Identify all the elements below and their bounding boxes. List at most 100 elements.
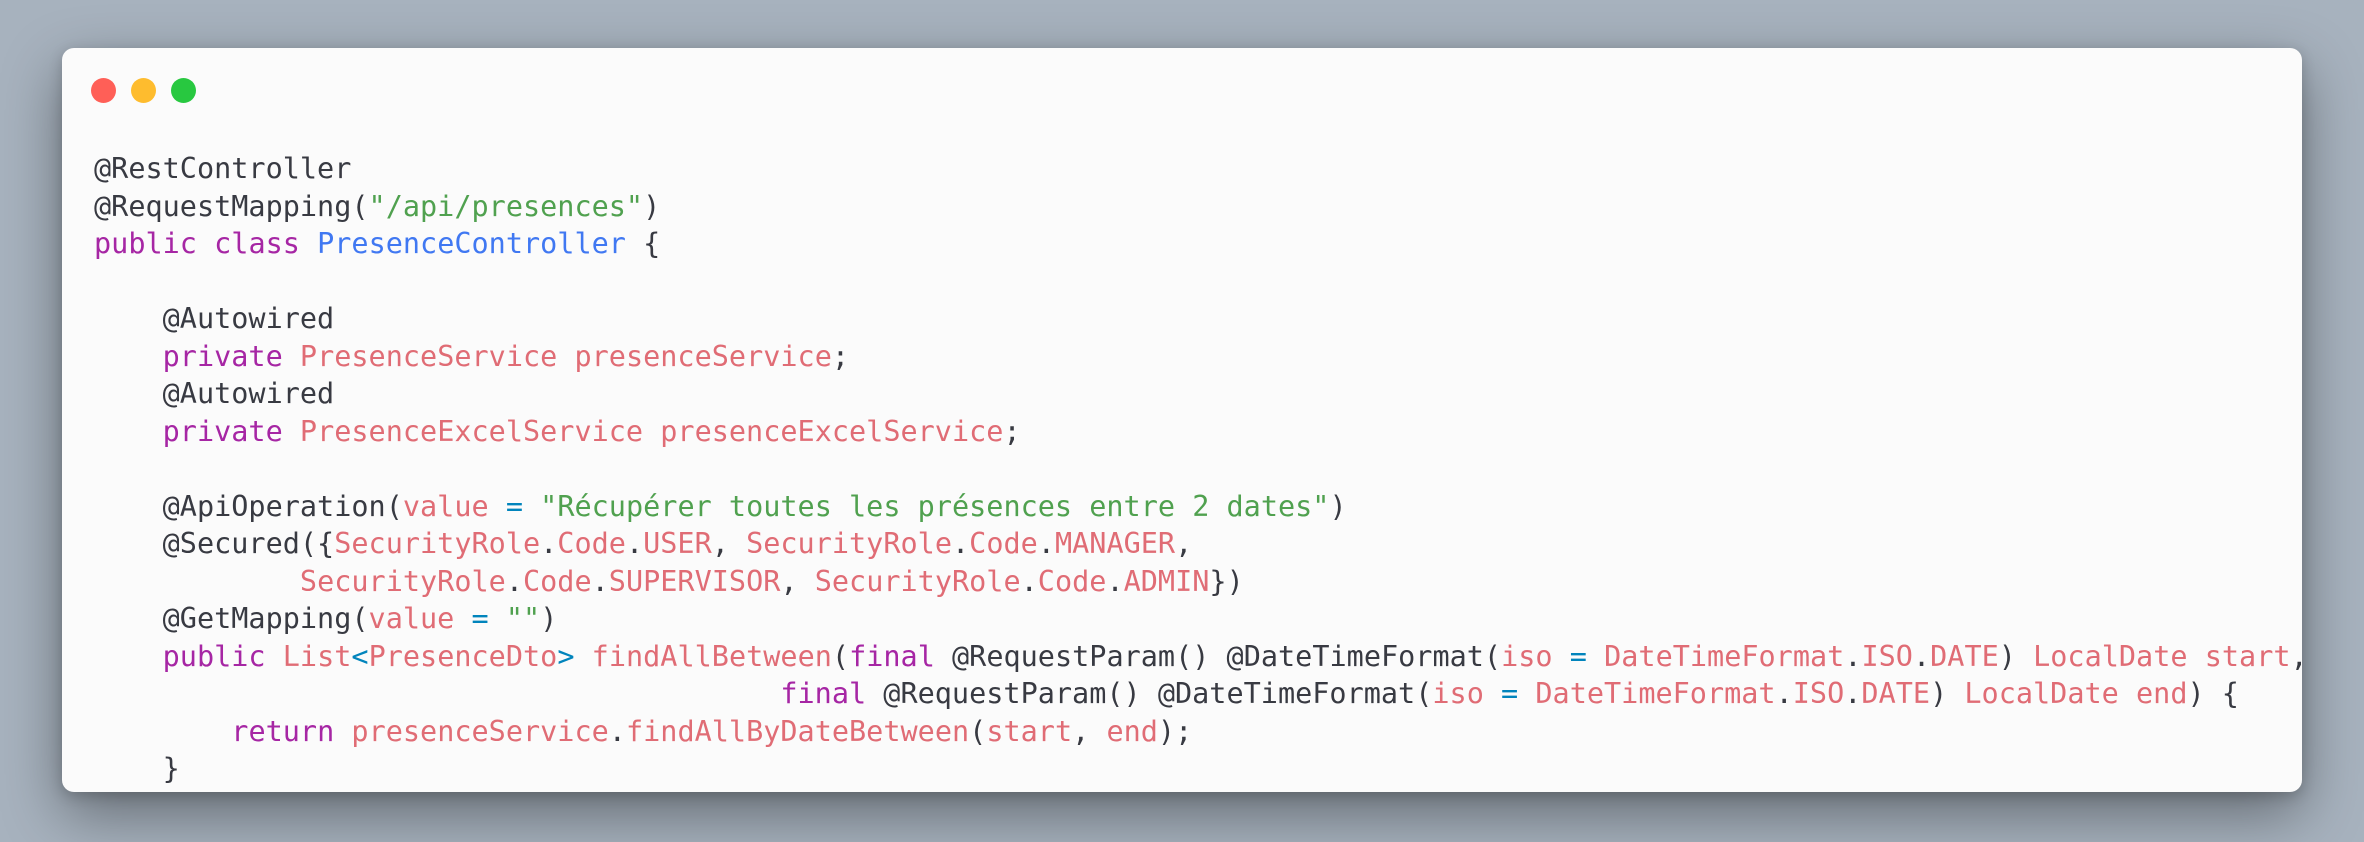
code-token: . xyxy=(1844,677,1862,710)
code-token: > xyxy=(557,639,575,673)
code-line: public List<PresenceDto> findAllBetween(… xyxy=(94,638,2302,676)
window-titlebar xyxy=(62,48,2302,136)
code-token: @RequestParam() @DateTimeFormat( xyxy=(934,639,1502,673)
code-token: , xyxy=(780,564,815,598)
code-token: "Récupérer toutes les présences entre 2 … xyxy=(540,489,1330,523)
code-block: @RestController @RequestMapping("/api/pre… xyxy=(94,150,2302,788)
code-line: final @RequestParam() @DateTimeFormat(is… xyxy=(94,675,2302,713)
code-line: @ApiOperation(value = "Récupérer toutes … xyxy=(94,488,2302,526)
code-token: . xyxy=(608,714,626,748)
code-token: . xyxy=(1912,639,1931,673)
code-token: ; xyxy=(1003,414,1021,448)
code-token: ) xyxy=(1930,677,1965,710)
code-token: = xyxy=(471,602,489,635)
code-line: @GetMapping(value = "") xyxy=(94,600,2302,638)
code-token: LocalDate xyxy=(1964,677,2119,710)
code-token: ) xyxy=(1329,489,1347,523)
code-line: @RestController xyxy=(94,150,2302,188)
code-line: SecurityRole.Code.SUPERVISOR, SecurityRo… xyxy=(94,563,2302,601)
code-token: = xyxy=(1501,677,1519,710)
code-token: @RestController xyxy=(94,152,352,185)
code-token: PresenceService xyxy=(299,339,558,373)
code-token: Code xyxy=(969,527,1038,560)
code-token: { xyxy=(625,227,661,260)
code-line: } xyxy=(94,750,2302,788)
code-token: start xyxy=(986,714,1073,748)
code-token: } xyxy=(94,752,180,785)
code-token: start xyxy=(2204,639,2291,673)
code-token: ) xyxy=(540,602,558,635)
code-token: ) xyxy=(1998,639,2034,673)
code-token: SecurityRole xyxy=(814,564,1021,598)
zoom-button[interactable] xyxy=(171,78,196,103)
code-window: @RestController @RequestMapping("/api/pre… xyxy=(62,48,2302,792)
code-token: ) xyxy=(643,189,661,223)
code-token: DATE xyxy=(1930,639,1999,673)
code-token: . xyxy=(1775,677,1793,710)
code-token: . xyxy=(1020,564,1038,598)
code-token: final xyxy=(849,639,935,673)
code-token: public xyxy=(162,639,266,673)
code-token: PresenceExcelService xyxy=(299,414,644,448)
code-token: USER xyxy=(643,527,712,560)
code-token: return xyxy=(231,714,335,748)
code-token: . xyxy=(951,527,970,560)
code-token: ISO xyxy=(1792,677,1845,710)
code-token: List xyxy=(282,639,352,673)
code-token: SecurityRole xyxy=(299,564,506,598)
code-line: @Secured({SecurityRole.Code.USER, Securi… xyxy=(94,525,2302,563)
code-token: presenceService xyxy=(351,714,609,748)
code-token: ( xyxy=(831,639,850,673)
code-line: @RequestMapping("/api/presences") xyxy=(94,188,2302,226)
code-token: }) xyxy=(1209,564,1244,598)
code-token: ADMIN xyxy=(1123,564,1210,598)
code-token: findAllByDateBetween xyxy=(625,714,970,748)
code-token: . xyxy=(625,527,644,560)
code-token: @RequestParam() @DateTimeFormat( xyxy=(866,677,1433,710)
code-token: , xyxy=(1072,714,1107,748)
code-token: . xyxy=(1844,639,1862,673)
code-token: DateTimeFormat xyxy=(1604,639,1845,673)
code-line: private PresenceService presenceService; xyxy=(94,338,2302,376)
code-token: end xyxy=(2136,677,2188,710)
code-token: DateTimeFormat xyxy=(1535,677,1776,710)
minimize-button[interactable] xyxy=(131,78,156,103)
code-token: private xyxy=(162,339,283,373)
code-token: "" xyxy=(505,602,541,635)
code-token: class xyxy=(214,227,300,260)
code-token: presenceService xyxy=(574,339,832,373)
code-token: . xyxy=(540,527,558,560)
code-token: iso xyxy=(1501,639,1553,673)
code-token: iso xyxy=(1432,677,1484,710)
code-token: private xyxy=(162,414,283,448)
code-token: SUPERVISOR xyxy=(608,564,781,598)
code-token: , xyxy=(2291,640,2302,673)
code-token: ; xyxy=(831,339,850,373)
code-token: presenceExcelService xyxy=(660,414,1004,448)
close-button[interactable] xyxy=(91,78,116,103)
code-token: Code xyxy=(522,564,592,598)
code-token: = xyxy=(1569,639,1587,673)
code-token: = xyxy=(505,489,523,523)
